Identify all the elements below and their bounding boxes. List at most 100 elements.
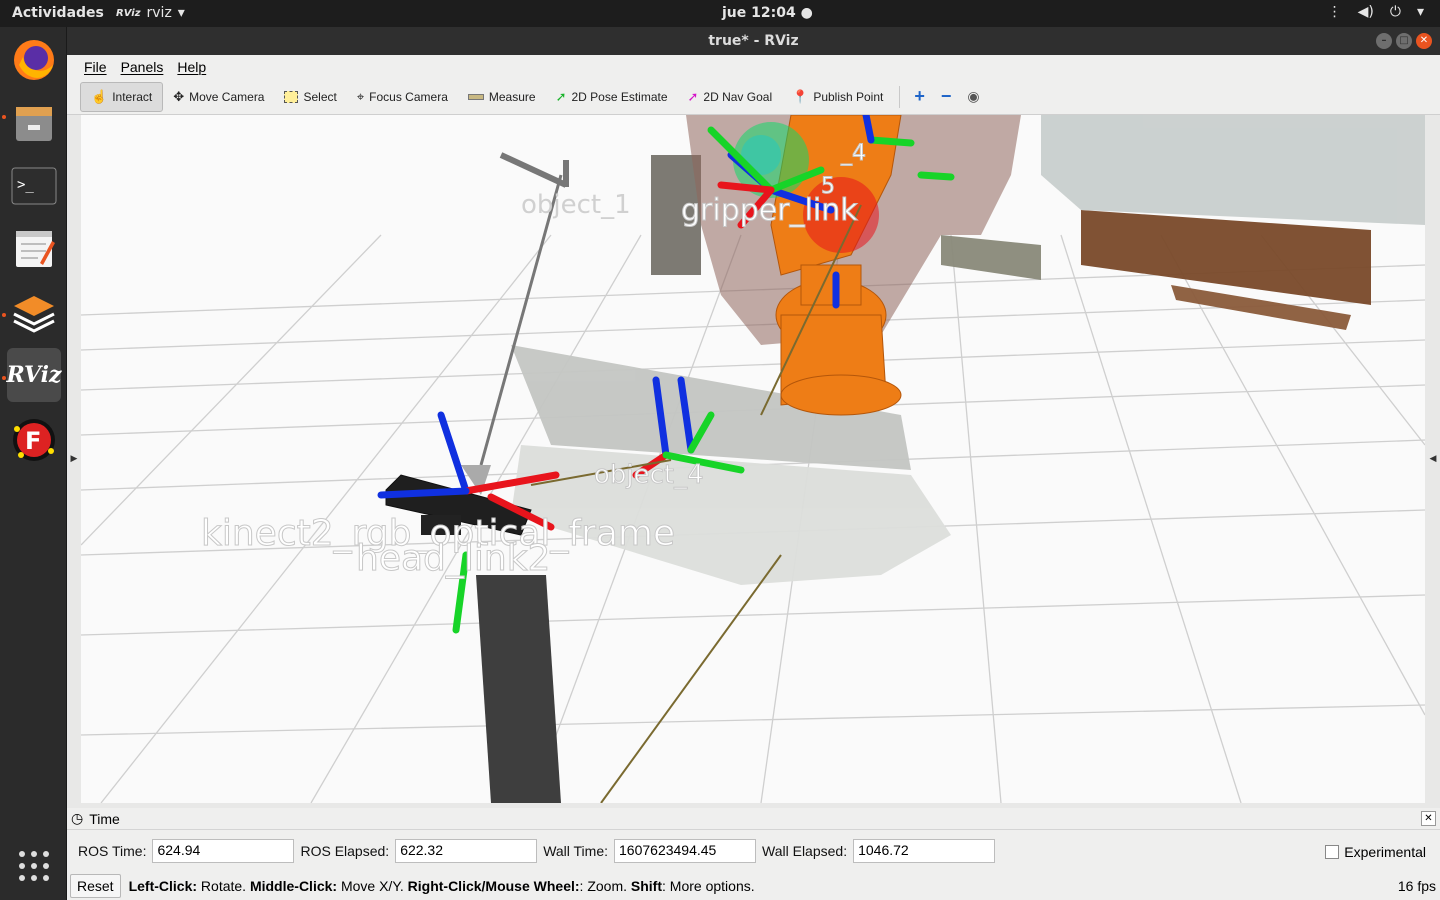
rviz-app-icon: RViz	[116, 7, 141, 19]
app-menu[interactable]: RViz rviz ▾	[116, 5, 185, 21]
ros-time-field[interactable]: 624.94	[152, 839, 295, 863]
hint-middle-click-text: Move X/Y.	[337, 878, 408, 894]
fps-counter: 16 fps	[1397, 878, 1436, 894]
power-icon: ⏻	[1389, 4, 1401, 20]
files-icon[interactable]	[7, 96, 61, 150]
app-menu-label: rviz	[146, 5, 172, 21]
chevron-down-icon: ▾	[177, 5, 185, 21]
svg-text:F: F	[25, 427, 41, 455]
text-editor-icon[interactable]	[7, 222, 61, 276]
nav-goal-label: 2D Nav Goal	[703, 89, 773, 104]
clock[interactable]: jue 12:04 ●	[722, 5, 813, 21]
svg-text:>_: >_	[17, 177, 34, 193]
label-head-link: head_link2	[356, 538, 550, 579]
focus-icon: ⌖	[356, 88, 365, 104]
window-titlebar[interactable]: true* - RViz – □ ✕	[67, 27, 1440, 55]
menu-panels[interactable]: Panels	[114, 59, 171, 75]
pose-estimate-tool[interactable]: ➚ 2D Pose Estimate	[546, 82, 678, 112]
activities-button[interactable]: Actividades	[12, 5, 104, 21]
time-panel-header: ◷ Time ✕	[67, 808, 1440, 830]
minimize-button[interactable]: –	[1376, 33, 1392, 49]
measure-label: Measure	[488, 89, 536, 104]
hint-shift-text: : More options.	[662, 878, 755, 894]
reset-button[interactable]: Reset	[70, 874, 121, 898]
magenta-arrow-icon: ➚	[687, 88, 699, 104]
ros-elapsed-label: ROS Elapsed:	[300, 843, 390, 859]
publish-point-tool[interactable]: 📍 Publish Point	[782, 82, 893, 112]
hint-shift: Shift	[630, 878, 663, 894]
menu-bar: File Panels Help	[67, 55, 1440, 79]
terminal-icon[interactable]: >_	[7, 159, 61, 213]
close-panel-button[interactable]: ✕	[1421, 811, 1436, 826]
system-tray[interactable]: ⋮ ◀) ⏻ ▾	[1328, 4, 1424, 20]
ruler-icon	[467, 93, 484, 100]
maximize-button[interactable]: □	[1396, 33, 1412, 49]
move-camera-tool[interactable]: ✥ Move Camera	[163, 82, 274, 112]
hand-icon: ☝	[91, 88, 108, 104]
menu-file[interactable]: File	[77, 59, 114, 75]
tool-bar: ☝ Interact ✥ Move Camera Select ⌖ Focus Cam…	[67, 79, 1440, 115]
render-view-3d[interactable]: object_1 object_4 kinect2_rgb_optical_fr…	[81, 115, 1425, 803]
select-box-icon	[284, 90, 299, 103]
window-title: true* - RViz	[708, 33, 799, 49]
minus-icon: −	[940, 86, 952, 106]
add-tool-button[interactable]: +	[906, 82, 933, 112]
select-label: Select	[303, 89, 337, 104]
ros-layers-icon[interactable]	[7, 285, 61, 339]
firefox-icon[interactable]	[7, 33, 61, 87]
tool-properties-button[interactable]: ◉	[959, 82, 987, 112]
fcitx-icon[interactable]: F	[7, 413, 61, 467]
green-arrow-icon: ➚	[555, 88, 567, 104]
system-top-bar: Actividades RViz rviz ▾ jue 12:04 ● ⋮ ◀)…	[0, 0, 1440, 27]
wall-elapsed-label: Wall Elapsed:	[762, 843, 848, 859]
checkbox-box[interactable]	[1325, 845, 1340, 859]
wall-time-field[interactable]: 1607623494.45	[614, 839, 757, 863]
status-hint: Left-Click: Rotate. Middle-Click: Move X…	[129, 878, 755, 894]
show-apps-icon[interactable]	[7, 839, 61, 893]
time-fields: ROS Time: 624.94 ROS Elapsed: 622.32 Wal…	[78, 839, 1001, 863]
remove-tool-button[interactable]: −	[933, 82, 960, 112]
ros-elapsed-field[interactable]: 622.32	[395, 839, 538, 863]
select-tool[interactable]: Select	[274, 82, 346, 112]
measure-tool[interactable]: Measure	[458, 82, 546, 112]
hint-left-click: Left-Click:	[128, 878, 198, 894]
label-frame-5: 5	[821, 174, 835, 199]
right-dock-collapse[interactable]: ◀	[1426, 115, 1440, 803]
clock-icon: ◷	[71, 810, 84, 826]
experimental-checkbox[interactable]: Experimental	[1325, 844, 1426, 860]
left-dock-collapse[interactable]: ▶	[67, 115, 81, 803]
network-icon: ⋮	[1327, 4, 1342, 20]
eye-icon: ◉	[967, 88, 980, 104]
label-object-1: object_1	[521, 190, 631, 220]
hint-right-click: Right-Click/Mouse Wheel:	[407, 878, 580, 894]
menu-help[interactable]: Help	[170, 59, 213, 75]
nav-goal-tool[interactable]: ➚ 2D Nav Goal	[678, 82, 783, 112]
move-camera-label: Move Camera	[189, 89, 265, 104]
wall-elapsed-field[interactable]: 1046.72	[853, 839, 996, 863]
interact-tool[interactable]: ☝ Interact	[80, 81, 164, 112]
dock: >_ RViz F	[0, 27, 67, 900]
move-icon: ✥	[173, 88, 185, 104]
chevron-down-icon: ▾	[1416, 4, 1424, 20]
wall-time-label: Wall Time:	[543, 843, 609, 859]
rviz-window: true* - RViz – □ ✕ File Panels Help ☝ Int…	[67, 27, 1440, 900]
rviz-icon[interactable]: RViz	[6, 348, 62, 402]
plus-icon: +	[914, 86, 925, 106]
volume-icon: ◀)	[1357, 4, 1374, 20]
experimental-label: Experimental	[1344, 844, 1426, 860]
ros-time-label: ROS Time:	[78, 843, 147, 859]
hint-left-click-text: Rotate.	[197, 878, 250, 894]
focus-camera-tool[interactable]: ⌖ Focus Camera	[347, 82, 458, 112]
close-button[interactable]: ✕	[1416, 33, 1432, 49]
publish-point-label: Publish Point	[813, 89, 884, 104]
label-object-4: object_4	[594, 460, 704, 490]
focus-camera-label: Focus Camera	[369, 89, 448, 104]
pose-estimate-label: 2D Pose Estimate	[571, 89, 668, 104]
map-pin-icon: 📍	[792, 88, 809, 104]
status-bar: Reset Left-Click: Rotate. Middle-Click: …	[67, 872, 1440, 900]
hint-middle-click: Middle-Click:	[249, 878, 338, 894]
hint-right-click-text: : Zoom.	[579, 878, 631, 894]
scene-svg: object_1 object_4 kinect2_rgb_optical_fr…	[81, 115, 1425, 803]
label-frame-4: _4	[840, 141, 866, 166]
interact-label: Interact	[112, 89, 153, 104]
